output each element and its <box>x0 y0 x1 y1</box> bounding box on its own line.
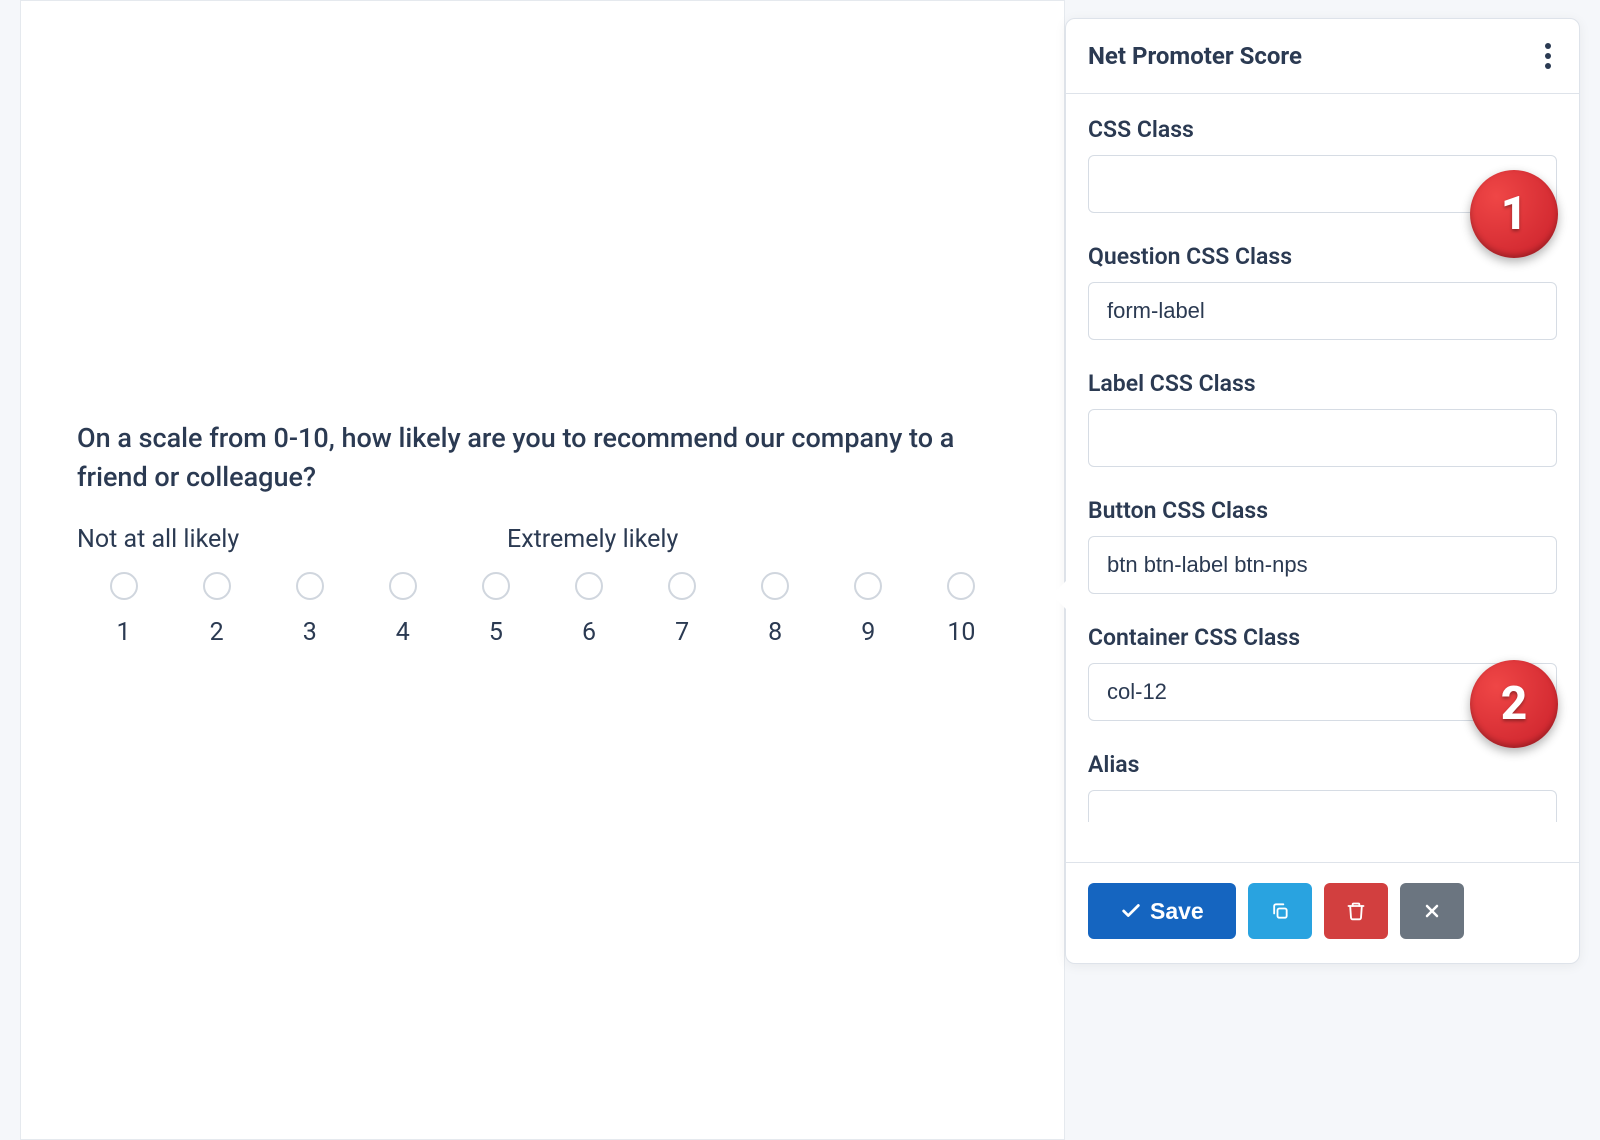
scale-labels: Not at all likely Extremely likely <box>77 525 1008 554</box>
scale-label-left: Not at all likely <box>77 525 507 554</box>
nps-option[interactable]: 8 <box>729 572 822 647</box>
field-label: CSS Class <box>1088 116 1557 143</box>
nps-option[interactable]: 3 <box>263 572 356 647</box>
nps-number: 10 <box>915 618 1008 647</box>
field-alias: Alias <box>1088 751 1557 822</box>
copy-icon <box>1270 899 1290 923</box>
annotation-badge-2: 2 <box>1470 660 1558 748</box>
radio-icon <box>296 572 324 600</box>
radio-icon <box>761 572 789 600</box>
nps-options-row: 1 2 3 4 5 6 7 8 9 10 <box>77 572 1008 647</box>
label-css-class-input[interactable] <box>1088 409 1557 467</box>
alias-input[interactable] <box>1088 790 1557 822</box>
nps-number: 3 <box>263 618 356 647</box>
nps-number: 4 <box>356 618 449 647</box>
save-button[interactable]: Save <box>1088 883 1236 939</box>
nps-option[interactable]: 9 <box>822 572 915 647</box>
scale-label-right: Extremely likely <box>507 525 678 554</box>
kebab-menu-icon[interactable] <box>1539 37 1557 75</box>
nps-option[interactable]: 1 <box>77 572 170 647</box>
question-css-class-input[interactable] <box>1088 282 1557 340</box>
radio-icon <box>203 572 231 600</box>
nps-option[interactable]: 2 <box>170 572 263 647</box>
field-label: Alias <box>1088 751 1557 778</box>
nps-number: 5 <box>449 618 542 647</box>
field-label: Label CSS Class <box>1088 370 1557 397</box>
annotation-badge-1: 1 <box>1470 170 1558 258</box>
nps-option[interactable]: 10 <box>915 572 1008 647</box>
radio-icon <box>947 572 975 600</box>
panel-header: Net Promoter Score <box>1066 19 1579 94</box>
save-button-label: Save <box>1150 898 1204 925</box>
nps-number: 1 <box>77 618 170 647</box>
nps-number: 7 <box>636 618 729 647</box>
close-icon <box>1422 900 1442 922</box>
panel-footer: Save <box>1066 862 1579 963</box>
preview-canvas: On a scale from 0-10, how likely are you… <box>20 0 1065 1140</box>
nps-widget: On a scale from 0-10, how likely are you… <box>77 419 1008 647</box>
radio-icon <box>389 572 417 600</box>
field-label: Button CSS Class <box>1088 497 1557 524</box>
field-label: Container CSS Class <box>1088 624 1557 651</box>
delete-button[interactable] <box>1324 883 1388 939</box>
radio-icon <box>668 572 696 600</box>
nps-number: 2 <box>170 618 263 647</box>
panel-pointer-icon <box>1052 579 1068 611</box>
nps-option[interactable]: 5 <box>449 572 542 647</box>
radio-icon <box>575 572 603 600</box>
nps-option[interactable]: 6 <box>542 572 635 647</box>
nps-option[interactable]: 7 <box>636 572 729 647</box>
question-text: On a scale from 0-10, how likely are you… <box>77 419 1008 497</box>
copy-button[interactable] <box>1248 883 1312 939</box>
field-label-css-class: Label CSS Class <box>1088 370 1557 467</box>
check-icon <box>1120 900 1142 922</box>
radio-icon <box>110 572 138 600</box>
field-question-css-class: Question CSS Class <box>1088 243 1557 340</box>
panel-title: Net Promoter Score <box>1088 42 1302 70</box>
radio-icon <box>482 572 510 600</box>
field-button-css-class: Button CSS Class <box>1088 497 1557 594</box>
trash-icon <box>1346 899 1366 923</box>
button-css-class-input[interactable] <box>1088 536 1557 594</box>
close-button[interactable] <box>1400 883 1464 939</box>
radio-icon <box>854 572 882 600</box>
nps-option[interactable]: 4 <box>356 572 449 647</box>
nps-number: 6 <box>542 618 635 647</box>
nps-number: 8 <box>729 618 822 647</box>
nps-number: 9 <box>822 618 915 647</box>
settings-panel: Net Promoter Score CSS Class Question CS… <box>1065 18 1580 964</box>
